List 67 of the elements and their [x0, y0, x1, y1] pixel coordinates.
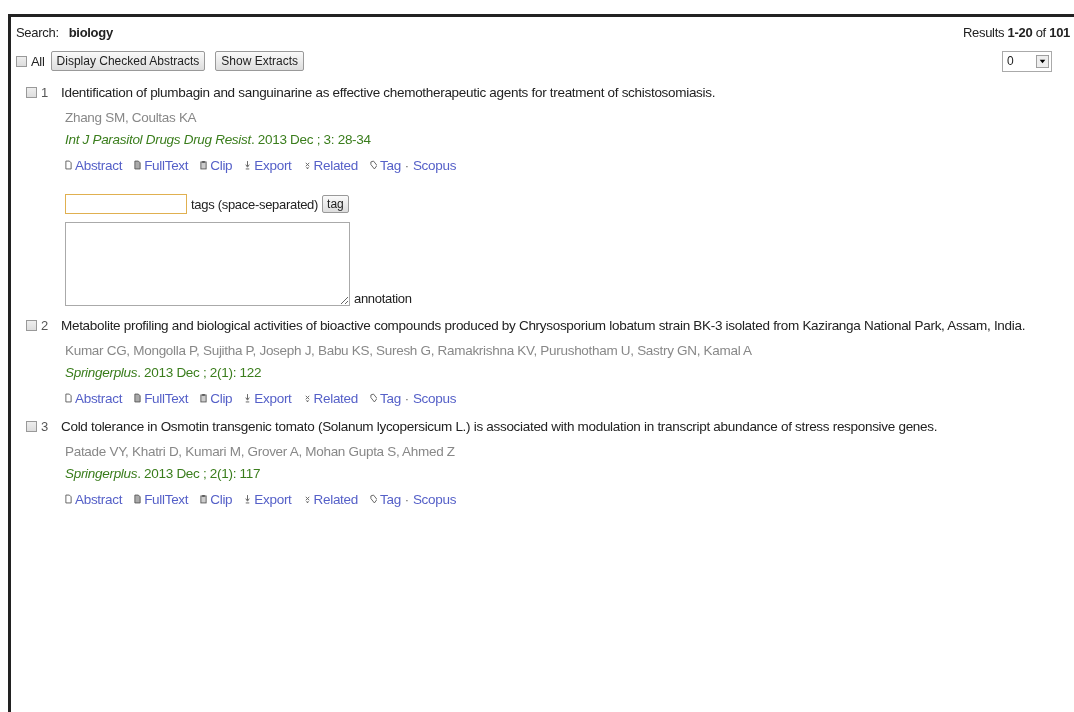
scopus-link[interactable]: Scopus	[412, 390, 457, 406]
related-link[interactable]: Related	[303, 390, 358, 406]
annotation-label: annotation	[354, 291, 412, 306]
annotation-field[interactable]	[65, 222, 350, 306]
citation: Springerplus. 2013 Dec ; 2(1): 117	[65, 466, 262, 481]
document-icon	[134, 393, 142, 403]
tag-icon	[369, 160, 377, 170]
search-label: Search:	[16, 24, 59, 40]
result-number: 2	[41, 317, 49, 333]
separator-dot: ·	[404, 390, 409, 406]
document-icon	[134, 494, 142, 504]
results-count: Results 1-20 of 101	[962, 24, 1070, 40]
export-link[interactable]: Export	[244, 157, 292, 173]
tag-button[interactable]: tag	[322, 195, 349, 213]
scopus-link[interactable]: Scopus	[412, 491, 457, 507]
citation: Int J Parasitol Drugs Drug Resist. 2013 Dec ; 3: 28-34	[65, 132, 372, 147]
search-query: biology	[68, 24, 113, 40]
tag-link[interactable]: Tag	[369, 390, 401, 406]
related-link[interactable]: Related	[303, 491, 358, 507]
scopus-link[interactable]: Scopus	[412, 157, 457, 173]
abstract-link[interactable]: Abstract	[65, 390, 123, 406]
tag-link[interactable]: Tag	[369, 157, 401, 173]
clipboard-icon	[200, 494, 208, 504]
toolbar-button[interactable]: Display Checked Abstracts	[50, 51, 206, 71]
document-icon	[65, 393, 72, 403]
download-icon	[244, 393, 252, 403]
checkbox[interactable]	[16, 55, 27, 67]
tag-link[interactable]: Tag	[369, 491, 401, 507]
clipboard-icon	[200, 393, 208, 403]
checkbox[interactable]	[26, 86, 37, 98]
document-icon	[134, 160, 142, 170]
download-icon	[244, 494, 252, 504]
separator-dot: ·	[404, 157, 409, 173]
export-link[interactable]: Export	[244, 390, 292, 406]
document-icon	[65, 494, 72, 504]
clip-link[interactable]: Clip	[200, 491, 233, 507]
author-list: Kumar CG, Mongolla P, Sujitha P, Joseph J, Babu KS, Suresh G, Ramakrishna KV, Purushotham U, Sastry GN, Kamal A	[65, 343, 1070, 358]
tags-input-field[interactable]	[65, 194, 187, 214]
checkbox-label: All	[31, 53, 45, 69]
abstract-link[interactable]: Abstract	[65, 491, 123, 507]
download-icon	[244, 160, 252, 170]
tag-icon	[369, 494, 377, 504]
article-title[interactable]: Metabolite profiling and biological activities of bioactive compounds produced by Chrysosporium lobatum strain BK-3 isolated from Kaziranga National Park, Assam, India.	[61, 317, 1026, 333]
abstract-link[interactable]: Abstract	[65, 157, 123, 173]
page-select[interactable]: 0	[1002, 50, 1052, 72]
related-link[interactable]: Related	[303, 157, 358, 173]
article-title[interactable]: Cold tolerance in Osmotin transgenic tomato (Solanum lycopersicum L.) is associated with modulation in transcript abundance of stress responsive genes.	[61, 418, 938, 434]
author-list: Patade VY, Khatri D, Kumari M, Grover A, Mohan Gupta S, Ahmed Z	[65, 444, 1070, 459]
tag-icon	[369, 393, 377, 403]
fulltext-link[interactable]: FullText	[134, 157, 189, 173]
checkbox[interactable]	[26, 319, 37, 331]
clip-link[interactable]: Clip	[200, 157, 233, 173]
separator-dot: ·	[404, 491, 409, 507]
result-number: 1	[41, 84, 49, 100]
export-link[interactable]: Export	[244, 491, 292, 507]
clipboard-icon	[200, 160, 208, 170]
author-list: Zhang SM, Coultas KA	[65, 110, 1070, 125]
checkbox[interactable]	[26, 420, 37, 432]
citation: Springerplus. 2013 Dec ; 2(1): 122	[65, 365, 263, 380]
clip-link[interactable]: Clip	[200, 390, 233, 406]
document-icon	[65, 160, 72, 170]
fulltext-link[interactable]: FullText	[134, 390, 189, 406]
toolbar-button[interactable]: Show Extracts	[215, 51, 304, 71]
article-title[interactable]: Identification of plumbagin and sanguinarine as effective chemotherapeutic agents for treatment of schistosomiasis.	[61, 84, 716, 100]
tags-hint: tags (space-separated)	[191, 196, 319, 212]
fulltext-link[interactable]: FullText	[134, 491, 189, 507]
result-number: 3	[41, 418, 49, 434]
